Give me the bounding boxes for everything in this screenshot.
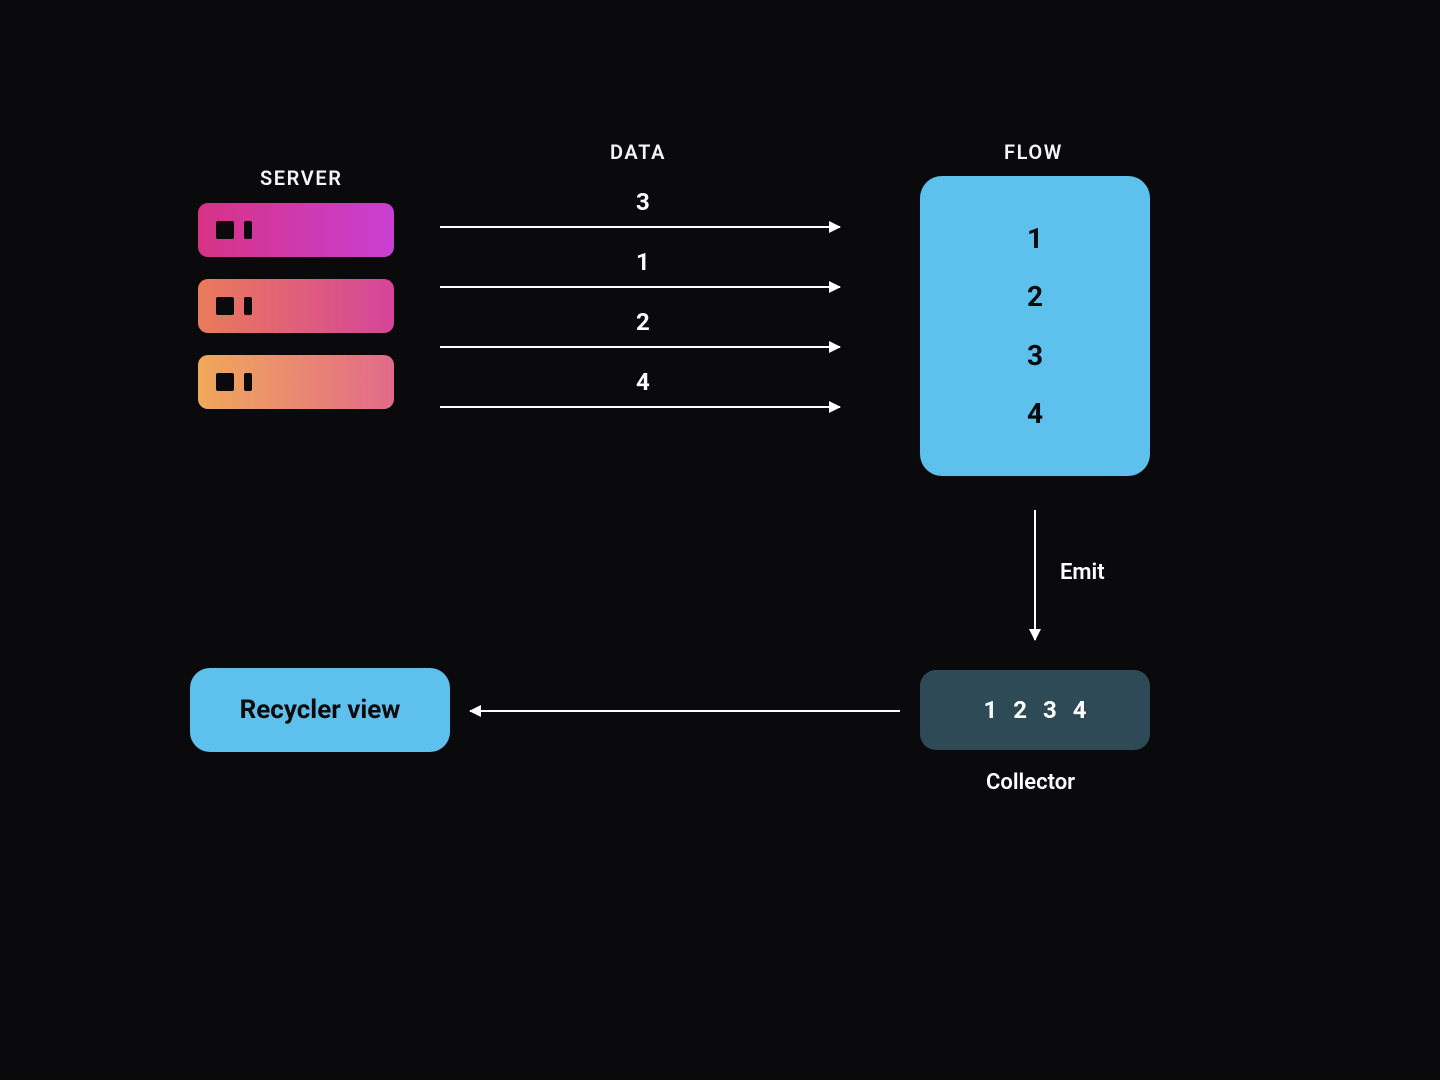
server-indicator-icon xyxy=(216,297,234,315)
collector-item-3: 4 xyxy=(1073,696,1087,724)
server-bar-3 xyxy=(198,355,394,409)
flow-item-2: 3 xyxy=(1027,339,1043,372)
diagram-canvas: SERVER DATA 3 1 2 4 FLOW 1 2 3 4 Emit 1 … xyxy=(0,0,1440,1080)
collector-item-2: 3 xyxy=(1043,696,1057,724)
data-arrow-1 xyxy=(440,286,840,288)
server-indicator-icon xyxy=(244,221,252,239)
recycler-view-box: Recycler view xyxy=(190,668,450,752)
data-value-3: 4 xyxy=(636,368,650,396)
server-bar-2 xyxy=(198,279,394,333)
flow-item-1: 2 xyxy=(1027,280,1043,313)
server-label: SERVER xyxy=(260,166,343,190)
flow-box: 1 2 3 4 xyxy=(920,176,1150,476)
data-arrow-0 xyxy=(440,226,840,228)
data-label: DATA xyxy=(610,140,666,164)
data-value-2: 2 xyxy=(636,308,650,336)
data-arrow-2 xyxy=(440,346,840,348)
collector-to-recycler-arrow xyxy=(470,710,900,712)
server-indicator-icon xyxy=(216,221,234,239)
collector-item-1: 2 xyxy=(1013,696,1027,724)
data-value-0: 3 xyxy=(636,188,650,216)
collector-item-0: 1 xyxy=(983,696,997,724)
emit-label: Emit xyxy=(1060,560,1105,585)
data-arrow-3 xyxy=(440,406,840,408)
flow-item-0: 1 xyxy=(1027,222,1043,255)
server-indicator-icon xyxy=(216,373,234,391)
flow-item-3: 4 xyxy=(1027,397,1043,430)
server-indicator-icon xyxy=(244,373,252,391)
data-value-1: 1 xyxy=(636,248,650,276)
collector-box: 1 2 3 4 xyxy=(920,670,1150,750)
collector-label: Collector xyxy=(986,770,1075,795)
server-bar-1 xyxy=(198,203,394,257)
emit-arrow xyxy=(1034,510,1036,640)
server-indicator-icon xyxy=(244,297,252,315)
flow-label: FLOW xyxy=(1004,140,1063,164)
